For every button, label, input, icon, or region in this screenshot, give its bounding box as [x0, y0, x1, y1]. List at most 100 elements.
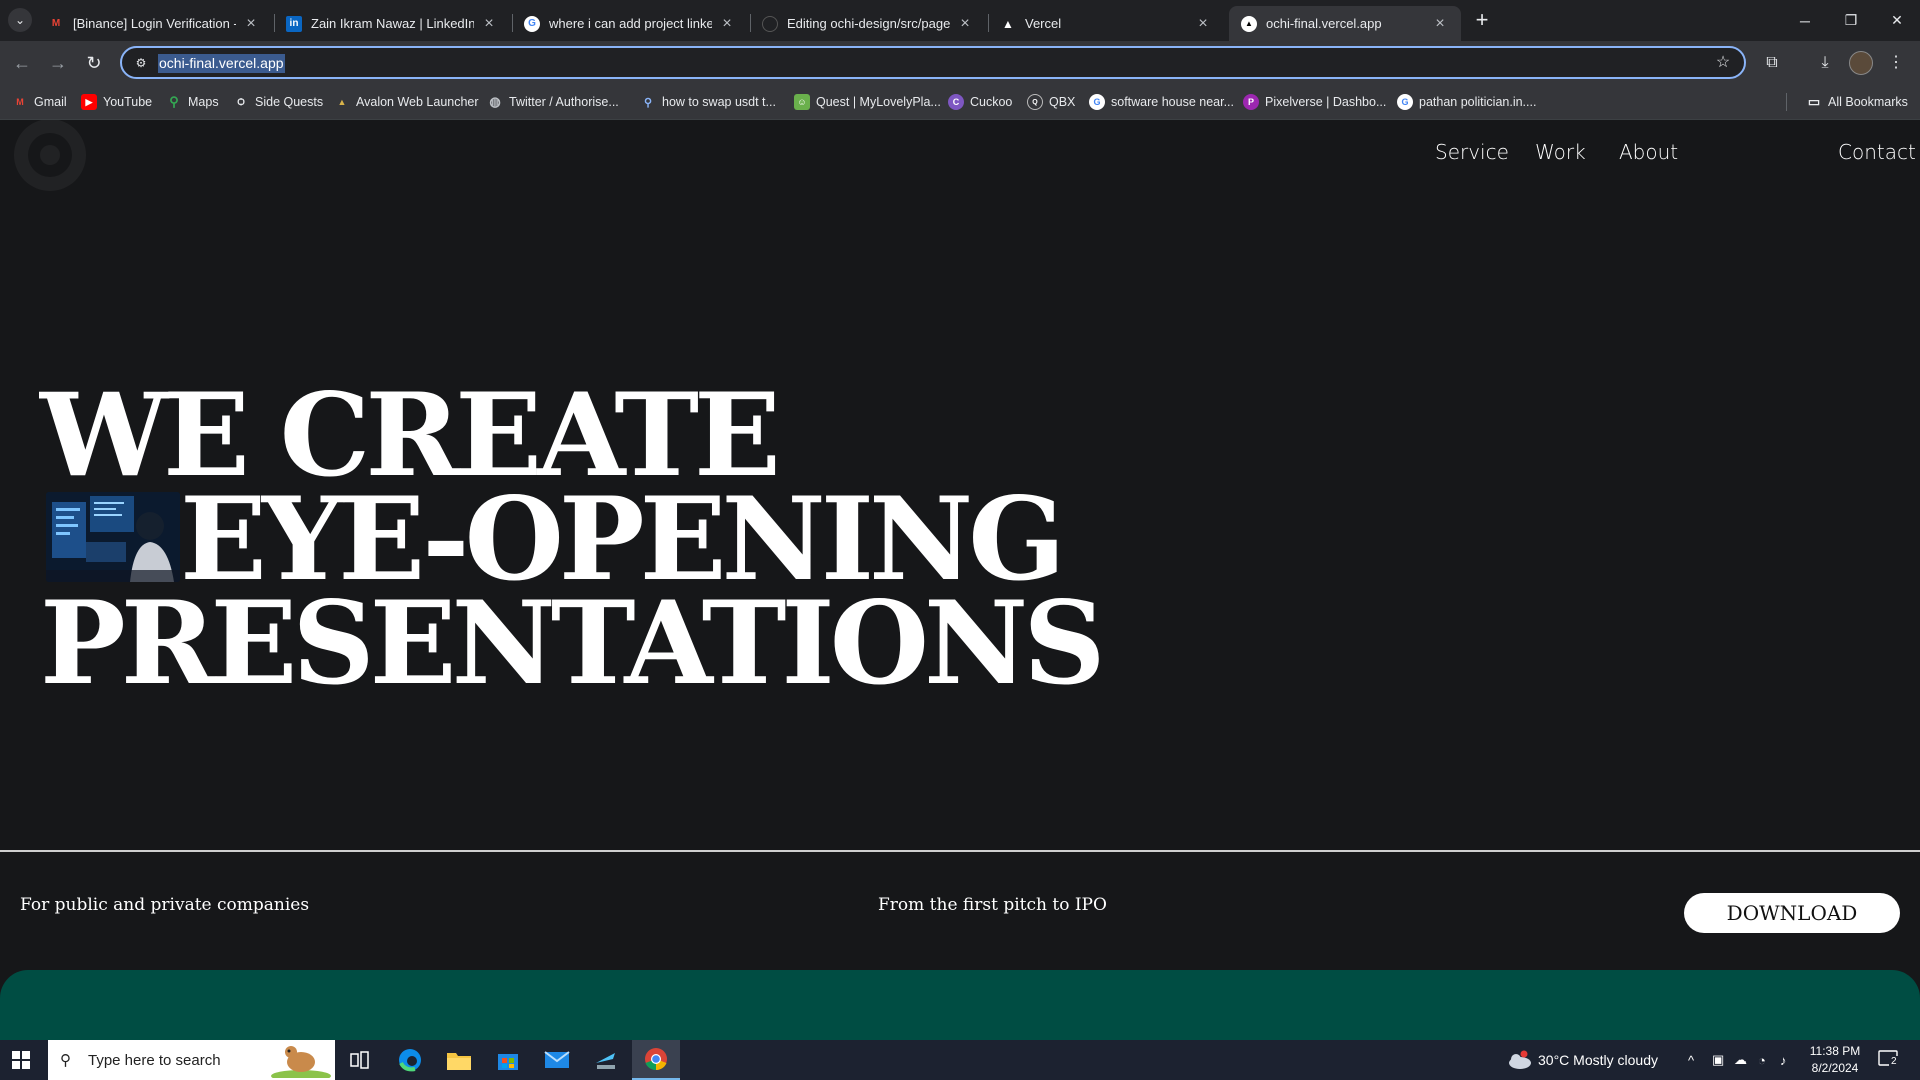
web-page: Service Work About Contact WE CREATE EYE…	[0, 120, 1920, 1040]
vercel-icon: ▲	[1002, 16, 1014, 31]
tab-search-chevron-icon[interactable]: ⌄	[8, 8, 32, 32]
bookmark-label: Cuckoo	[970, 95, 1013, 109]
bookmark-cuckoo[interactable]: C Cuckoo	[948, 92, 1012, 112]
reload-icon[interactable]: ↻	[80, 49, 108, 77]
tab-title: ochi-final.vercel.app	[1266, 16, 1382, 31]
gmail-icon: M	[51, 18, 61, 29]
microsoft-store-icon[interactable]	[484, 1040, 532, 1080]
site-info-icon[interactable]: ⚙	[132, 54, 150, 72]
bookmark-swap-usdt[interactable]: ⚲ how to swap usdt t...	[640, 92, 776, 112]
cloudy-weather-icon	[1509, 1050, 1531, 1069]
profile-avatar[interactable]	[1849, 51, 1873, 75]
bookmark-label: All Bookmarks	[1828, 95, 1908, 109]
nav-about-link[interactable]: About	[1619, 140, 1678, 164]
bookmark-software-house[interactable]: G software house near...	[1089, 92, 1234, 112]
extensions-icon[interactable]: ⧉	[1760, 51, 1784, 75]
close-icon[interactable]: ×	[242, 15, 260, 33]
all-bookmarks-button[interactable]: ▭ All Bookmarks	[1806, 92, 1908, 112]
taskbar-clock[interactable]: 11:38 PM 8/2/2024	[1800, 1043, 1870, 1077]
nav-contact-link[interactable]: Contact	[1838, 140, 1916, 164]
bookmark-qbx[interactable]: Q QBX	[1027, 92, 1075, 112]
quest-icon: ☺	[794, 94, 810, 110]
mail-icon[interactable]	[533, 1040, 581, 1080]
clock-date: 8/2/2024	[1811, 1061, 1859, 1075]
nav-service-link[interactable]: Service	[1435, 140, 1509, 164]
tab-github[interactable]: Editing ochi-design/src/pages/ ×	[750, 6, 986, 41]
restore-button[interactable]: ❐	[1828, 0, 1874, 41]
close-icon[interactable]: ×	[480, 15, 498, 33]
search-icon: ⚲	[60, 1052, 71, 1069]
bookmark-label: Maps	[188, 95, 219, 109]
task-view-icon[interactable]	[336, 1040, 384, 1080]
pixelverse-icon: P	[1243, 94, 1259, 110]
bookmarks-bar: M Gmail ▶ YouTube ⚲ Maps Ѻ Side Quests ▲…	[0, 84, 1920, 120]
bookmark-gmail[interactable]: M Gmail	[12, 92, 66, 112]
google-icon: G	[1089, 94, 1105, 110]
minimize-button[interactable]: ─	[1782, 0, 1828, 41]
windows-start-icon[interactable]	[12, 1051, 30, 1069]
bookmark-star-icon[interactable]: ☆	[1712, 52, 1734, 74]
address-text[interactable]: ochi-final.vercel.app	[158, 54, 285, 73]
file-explorer-icon[interactable]	[435, 1040, 483, 1080]
bookmark-twitter[interactable]: ◍ Twitter / Authorise...	[487, 92, 618, 112]
onedrive-cloud-icon[interactable]: ☁	[1734, 1040, 1747, 1080]
bookmark-label: QBX	[1049, 95, 1076, 109]
bookmark-avalon[interactable]: ▲ Avalon Web Launcher	[334, 92, 479, 112]
tray-show-hidden-icon[interactable]: ^	[1688, 1040, 1694, 1080]
pinned-app-icon[interactable]	[582, 1040, 630, 1080]
tab-ochi-final[interactable]: ▲ ochi-final.vercel.app ×	[1229, 6, 1461, 41]
notification-center-icon[interactable]: 2	[1878, 1050, 1900, 1070]
close-icon[interactable]: ×	[1194, 15, 1212, 33]
hero-coder-image	[46, 492, 180, 582]
close-icon[interactable]: ×	[1431, 15, 1449, 33]
close-icon[interactable]: ×	[718, 15, 736, 33]
tab-title: where i can add project linkedin	[549, 16, 712, 31]
screen: ⌄ M [Binance] Login Verification - 20 × …	[0, 0, 1920, 1080]
hero-line-3: PRESENTATIONS	[40, 576, 1106, 710]
tab-google-search[interactable]: G where i can add project linkedin ×	[512, 6, 748, 41]
tab-binance[interactable]: M [Binance] Login Verification - 20 ×	[36, 6, 272, 41]
bookmark-label: Pixelverse | Dashbo...	[1265, 95, 1387, 109]
tab-vercel[interactable]: ▲ Vercel ×	[988, 6, 1224, 41]
chrome-icon[interactable]	[632, 1040, 680, 1080]
tab-title: Vercel	[1025, 16, 1062, 31]
meet-now-icon[interactable]: ▣	[1712, 1040, 1724, 1080]
avalon-icon: ▲	[337, 97, 347, 107]
tab-title: [Binance] Login Verification - 20	[73, 16, 236, 31]
bookmark-label: Quest | MyLovelyPla...	[816, 95, 941, 109]
edge-icon[interactable]	[386, 1040, 434, 1080]
bookmark-youtube[interactable]: ▶ YouTube	[81, 92, 152, 112]
search-highlight-art-icon	[271, 1046, 331, 1078]
vercel-icon: ▲	[1241, 15, 1257, 32]
address-bar[interactable]: ⚙ ochi-final.vercel.app ☆	[120, 46, 1746, 79]
tab-strip: ⌄ M [Binance] Login Verification - 20 × …	[0, 0, 1920, 41]
download-button[interactable]: DOWNLOAD	[1684, 893, 1900, 933]
close-window-button[interactable]: ✕	[1874, 0, 1920, 41]
bookmark-maps[interactable]: ⚲ Maps	[166, 92, 219, 112]
site-logo-icon[interactable]	[0, 120, 90, 200]
taskbar-search-box[interactable]: ⚲ Type here to search	[48, 1040, 335, 1080]
back-arrow-icon[interactable]: ←	[8, 49, 36, 77]
weather-widget[interactable]: 30°C Mostly cloudy	[1506, 1040, 1658, 1080]
menu-kebab-icon[interactable]: ⋮	[1884, 51, 1908, 75]
google-icon: G	[1397, 94, 1413, 110]
nav-work-link[interactable]: Work	[1535, 140, 1586, 164]
download-icon[interactable]: ⤓	[1813, 51, 1837, 75]
new-tab-button[interactable]: +	[1469, 8, 1495, 34]
close-icon[interactable]: ×	[956, 15, 974, 33]
tagline-left: For public and private companies	[20, 895, 310, 915]
bookmark-label: pathan politician.in....	[1419, 95, 1537, 109]
bookmark-side-quests[interactable]: Ѻ Side Quests	[233, 92, 323, 112]
qbx-icon: Q	[1027, 94, 1043, 110]
bookmark-label: Avalon Web Launcher	[356, 95, 479, 109]
bookmark-quest[interactable]: ☺ Quest | MyLovelyPla...	[794, 92, 941, 112]
tab-title: Editing ochi-design/src/pages/	[787, 16, 950, 31]
network-icon[interactable]: ◔	[1758, 1040, 1766, 1080]
bookmark-pixelverse[interactable]: P Pixelverse | Dashbo...	[1243, 92, 1386, 112]
tab-linkedin[interactable]: in Zain Ikram Nawaz | LinkedIn ×	[274, 6, 510, 41]
volume-muted-icon[interactable]: ♪	[1780, 1040, 1787, 1080]
forward-arrow-icon[interactable]: →	[44, 49, 72, 77]
tagline-center: From the first pitch to IPO	[878, 895, 1107, 915]
notification-count: 2	[1889, 1056, 1899, 1067]
bookmark-pathan[interactable]: G pathan politician.in....	[1397, 92, 1536, 112]
